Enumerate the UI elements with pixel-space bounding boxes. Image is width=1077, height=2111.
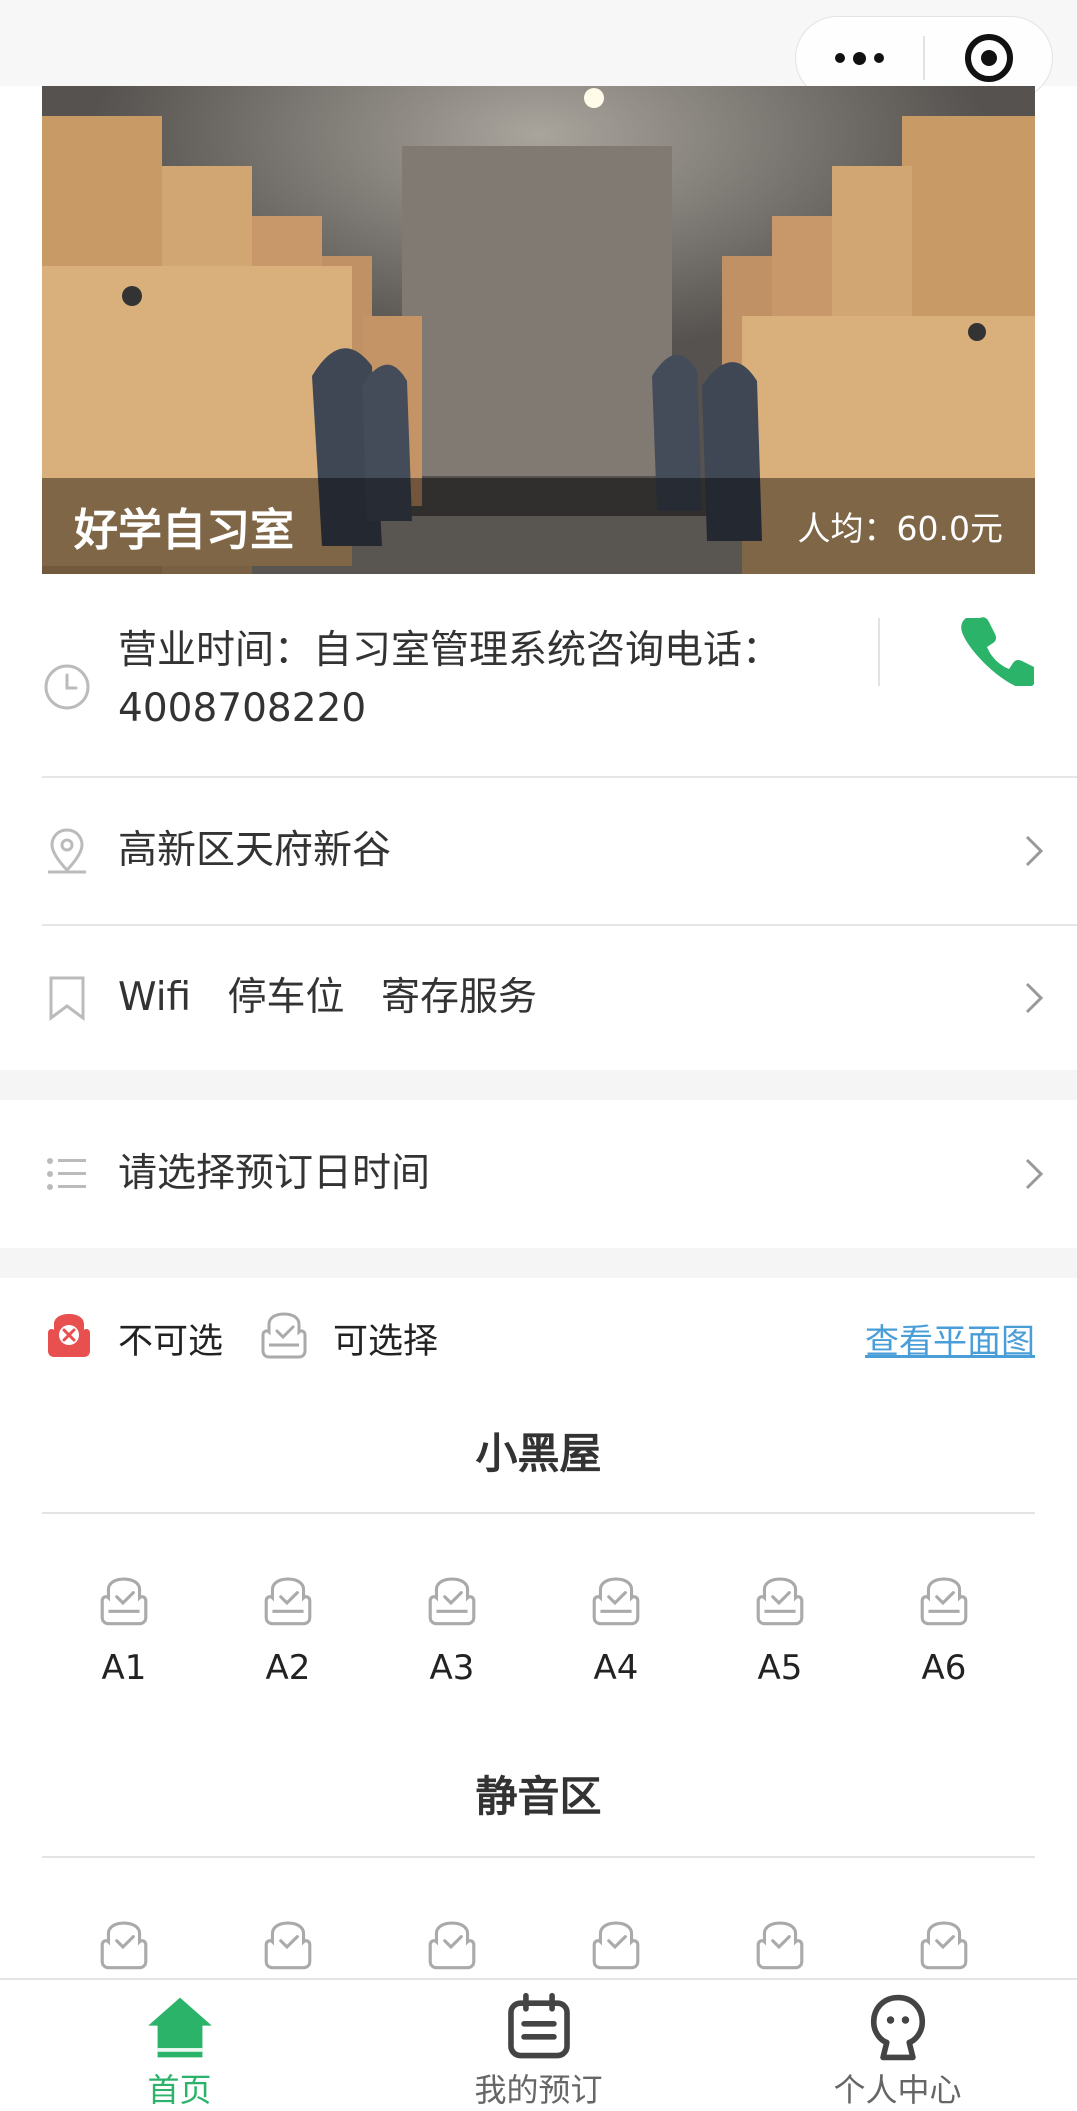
seat-a1[interactable]: A1 <box>42 1576 206 1688</box>
tab-my-bookings[interactable]: 我的预订 <box>359 1980 718 2111</box>
date-select-text: 请选择预订日时间 <box>118 1151 431 1196</box>
chevron-right-icon <box>1025 1158 1044 1190</box>
chevron-right-icon <box>1025 982 1044 1014</box>
facilities-list: Wifi 停车位 寄存服务 <box>118 970 561 1026</box>
date-select-row[interactable]: 请选择预订日时间 <box>42 1100 1077 1248</box>
seat-label: A2 <box>265 1648 311 1688</box>
phone-divider <box>878 618 880 686</box>
facilities-row[interactable]: Wifi 停车位 寄存服务 <box>42 926 1077 1070</box>
seat-available-icon <box>428 1921 476 1970</box>
user-icon <box>870 1994 925 2061</box>
seat-grid-xiaoheiwu: A1 A2 A3 A4 A5 A6 <box>42 1576 1035 1688</box>
facility-parking: 停车位 <box>227 975 345 1020</box>
view-floor-plan-link[interactable]: 查看平面图 <box>865 1314 1035 1363</box>
list-icon <box>42 1149 92 1199</box>
seat-a2[interactable]: A2 <box>206 1576 370 1688</box>
seat-available-icon <box>756 1577 804 1626</box>
address-text: 高新区天府新谷 <box>118 828 392 873</box>
seat-available-icon <box>592 1921 640 1970</box>
banner-caption: 好学自习室 人均：60.0元 <box>42 478 1035 574</box>
hours-text: 营业时间：自习室管理系统咨询电话：4008708220 <box>118 628 782 731</box>
section-divider <box>42 1512 1035 1514</box>
legend-unavailable: 不可选 <box>42 1311 223 1365</box>
seat-available-icon <box>920 1577 968 1626</box>
bookmark-icon <box>42 973 92 1023</box>
seat-label: A4 <box>593 1648 639 1688</box>
facility-wifi: Wifi <box>118 975 192 1020</box>
address-row[interactable]: 高新区天府新谷 <box>42 778 1077 926</box>
store-name: 好学自习室 <box>74 505 294 556</box>
seat-available-icon <box>100 1921 148 1970</box>
tab-profile[interactable]: 个人中心 <box>718 1980 1077 2111</box>
facility-storage: 寄存服务 <box>380 975 537 1020</box>
chevron-right-icon <box>1025 835 1044 867</box>
section-divider <box>42 1856 1035 1858</box>
tab-home-label: 首页 <box>147 2071 212 2109</box>
average-price: 人均：60.0元 <box>797 509 1003 548</box>
home-icon <box>147 1997 212 2058</box>
phone-call-button[interactable] <box>960 612 1039 689</box>
legend-unavailable-label: 不可选 <box>118 1321 224 1362</box>
seat-a6[interactable]: A6 <box>862 1576 1026 1688</box>
seat-a5[interactable]: A5 <box>698 1576 862 1688</box>
seat-item[interactable] <box>862 1920 1026 1976</box>
seat-item[interactable] <box>206 1920 370 1976</box>
seat-item[interactable] <box>370 1920 534 1976</box>
calendar-icon <box>507 1992 570 2059</box>
tab-home[interactable]: 首页 <box>0 1980 359 2111</box>
seat-legend: 不可选 可选择 查看平面图 <box>42 1300 1035 1376</box>
seat-grid-jingyinqu <box>42 1920 1035 1976</box>
seat-available-icon <box>264 1921 312 1970</box>
clock-icon <box>42 662 92 712</box>
banner-image: 好学自习室 人均：60.0元 <box>42 86 1035 574</box>
section-gap <box>0 1248 1077 1278</box>
section-title-xiaoheiwu: 小黑屋 <box>475 1429 602 1478</box>
seat-available-icon <box>261 1312 307 1359</box>
legend-available-label: 可选择 <box>333 1321 439 1362</box>
seat-available-icon <box>592 1577 640 1626</box>
phone-icon <box>961 617 1039 689</box>
section-title-jingyinqu: 静音区 <box>475 1772 602 1821</box>
hours-row: 营业时间：自习室管理系统咨询电话：4008708220 <box>42 604 1077 778</box>
seat-label: A1 <box>101 1648 147 1688</box>
seat-label: A5 <box>757 1648 803 1688</box>
seat-label: A6 <box>921 1648 967 1688</box>
seat-item[interactable] <box>698 1920 862 1976</box>
tab-profile-label: 个人中心 <box>833 2071 962 2109</box>
seat-label: A3 <box>429 1648 475 1688</box>
seat-available-icon <box>756 1921 804 1970</box>
section-gap <box>0 1070 1077 1100</box>
seat-a4[interactable]: A4 <box>534 1576 698 1688</box>
location-pin-icon <box>42 826 92 876</box>
seat-a3[interactable]: A3 <box>370 1576 534 1688</box>
seat-available-icon <box>428 1577 476 1626</box>
bottom-tab-bar: 首页 我的预订 个人中心 <box>0 1978 1077 2111</box>
seat-item[interactable] <box>42 1920 206 1976</box>
seat-available-icon <box>100 1577 148 1626</box>
seat-item[interactable] <box>534 1920 698 1976</box>
legend-available: 可选择 <box>257 1311 438 1365</box>
seat-available-icon <box>920 1921 968 1970</box>
seat-available-icon <box>264 1577 312 1626</box>
seat-unavailable-icon <box>48 1314 90 1357</box>
target-icon <box>964 34 1013 82</box>
tab-my-bookings-label: 我的预订 <box>474 2071 603 2109</box>
